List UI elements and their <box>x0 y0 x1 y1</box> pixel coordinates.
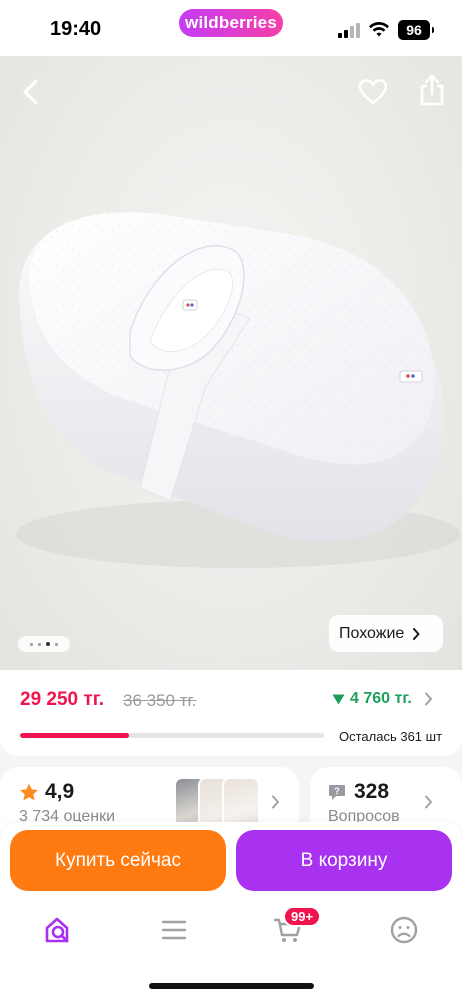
pager-dot-active <box>46 642 50 646</box>
old-price: 36 350 тг. <box>123 691 197 710</box>
bottom-tab-bar: 99+ <box>0 906 462 952</box>
status-bar: 19:40 wildberries 96 <box>0 0 462 56</box>
brand-logo: wildberries <box>179 9 283 37</box>
discount-value: 4 760 тг. <box>350 690 412 707</box>
favorite-button[interactable] <box>354 74 392 110</box>
rating-value: 4,9 <box>45 780 75 803</box>
tab-catalog[interactable] <box>154 912 194 948</box>
add-to-cart-button[interactable]: В корзину <box>236 830 452 891</box>
signal-icon <box>338 22 362 38</box>
image-pager-dots[interactable] <box>18 636 70 652</box>
catalog-icon <box>161 920 187 940</box>
share-button[interactable] <box>414 70 450 110</box>
product-image <box>16 212 460 568</box>
pager-dot <box>38 642 41 646</box>
current-price: 29 250 тг. <box>20 689 104 710</box>
back-arrow-icon <box>23 79 38 105</box>
similar-products-button[interactable]: Похожие <box>329 615 443 652</box>
questions-count: 328 <box>354 780 390 803</box>
wifi-icon <box>369 21 389 37</box>
chevron-right-icon <box>413 627 420 640</box>
chevron-right-icon[interactable] <box>424 692 433 706</box>
pager-dot <box>30 642 33 646</box>
rating-value-row: 4,9 <box>19 780 74 804</box>
battery-icon: 96 <box>398 20 434 40</box>
tab-home[interactable] <box>38 912 78 948</box>
cart-count-badge: 99+ <box>283 906 322 927</box>
pager-dot <box>55 642 58 646</box>
star-icon <box>20 783 38 800</box>
back-button[interactable] <box>12 74 48 110</box>
product-image-gallery[interactable]: Похожие <box>0 56 462 670</box>
questions-value-row: ? 328 <box>328 780 389 804</box>
home-indicator <box>149 983 314 989</box>
tab-profile[interactable] <box>384 912 424 948</box>
stock-left: Осталась 361 шт <box>339 729 443 744</box>
stock-progress-fill <box>20 733 130 738</box>
profile-icon <box>390 916 418 944</box>
price-section: 29 250 тг. 36 350 тг. 4 760 тг. Осталась… <box>0 670 462 756</box>
similar-label: Похожие <box>339 624 405 642</box>
chevron-right-icon <box>272 795 279 809</box>
arrow-down-icon <box>332 694 345 704</box>
svg-text:?: ? <box>334 786 340 796</box>
buy-now-button[interactable]: Купить сейчас <box>10 830 226 891</box>
status-time: 19:40 <box>50 18 102 40</box>
stock-progress-bar <box>20 733 324 738</box>
share-icon <box>420 74 444 106</box>
question-bubble-icon: ? <box>329 784 345 800</box>
home-search-icon <box>45 917 69 943</box>
bottom-action-bar: Купить сейчас В корзину 99+ <box>0 822 462 999</box>
product-page: 19:40 wildberries 96 Похожие 29 250 тг. … <box>0 0 462 999</box>
discount-amount[interactable]: 4 760 тг. <box>332 690 412 708</box>
chevron-right-icon <box>425 795 432 809</box>
heart-icon <box>358 79 388 105</box>
